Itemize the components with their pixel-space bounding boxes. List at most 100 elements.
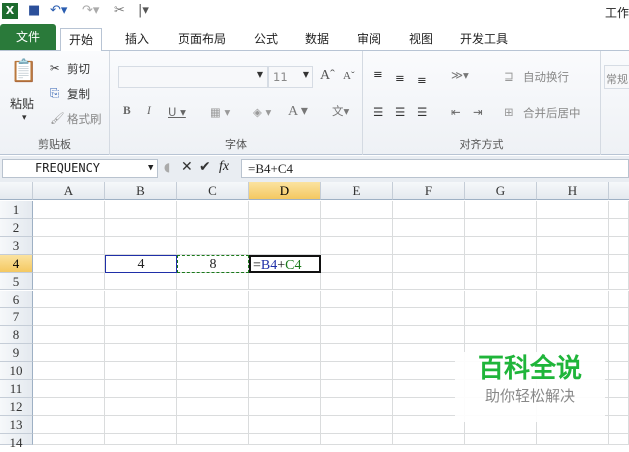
cell[interactable] — [537, 290, 609, 309]
cell[interactable] — [33, 433, 105, 445]
cell[interactable] — [33, 380, 105, 398]
cell[interactable] — [321, 218, 393, 237]
cell[interactable] — [321, 290, 393, 309]
cell[interactable] — [609, 433, 629, 445]
cell[interactable] — [33, 397, 105, 416]
cell[interactable] — [537, 272, 609, 291]
cell[interactable] — [33, 236, 105, 255]
cell[interactable] — [33, 272, 105, 291]
cell[interactable] — [105, 380, 177, 398]
cell[interactable] — [393, 201, 465, 219]
cell[interactable] — [33, 326, 105, 345]
cell[interactable] — [321, 362, 393, 380]
paste-button[interactable]: 粘贴 — [10, 95, 34, 112]
row-header-3[interactable]: 3 — [0, 236, 33, 255]
cell[interactable] — [177, 236, 249, 255]
cell[interactable] — [609, 380, 629, 398]
cell[interactable] — [33, 344, 105, 363]
cell[interactable] — [105, 290, 177, 309]
cell[interactable] — [609, 290, 629, 309]
customize-qat-icon[interactable]: |▾ — [138, 3, 149, 19]
redo-icon[interactable]: ↷▾ — [82, 3, 99, 19]
cell[interactable] — [609, 362, 629, 380]
cell[interactable] — [33, 290, 105, 309]
cell[interactable] — [321, 254, 393, 273]
column-header-g[interactable]: G — [465, 182, 537, 200]
undo-icon[interactable]: ↶▾ — [50, 3, 67, 19]
cell[interactable] — [249, 433, 321, 445]
cell[interactable] — [609, 344, 629, 363]
row-header-12[interactable]: 12 — [0, 397, 33, 416]
cell[interactable] — [105, 344, 177, 363]
cell[interactable] — [537, 326, 609, 345]
cell[interactable] — [105, 236, 177, 255]
shrink-font-icon[interactable]: Aˇ — [343, 70, 355, 82]
cell[interactable] — [33, 254, 105, 273]
format-painter-button[interactable]: 格式刷 — [67, 111, 102, 127]
underline-icon[interactable]: U ▾ — [168, 105, 186, 119]
font-size-select[interactable]: 11 ▼ — [268, 66, 313, 88]
cell[interactable] — [321, 236, 393, 255]
chevron-down-icon[interactable]: ▼ — [148, 160, 153, 177]
cell[interactable] — [465, 254, 537, 273]
font-color-icon[interactable]: A ▾ — [288, 103, 308, 120]
name-box[interactable]: FREQUENCY ▼ — [2, 159, 158, 178]
tab-insert[interactable]: 插入 — [117, 28, 157, 51]
column-header-c[interactable]: C — [177, 182, 249, 200]
cell-d4-editing[interactable]: =B4+C4 — [249, 254, 321, 273]
cell[interactable] — [249, 236, 321, 255]
cell[interactable] — [249, 218, 321, 237]
cell[interactable] — [105, 218, 177, 237]
cell[interactable] — [177, 272, 249, 291]
align-bottom-icon[interactable]: ≡ — [417, 73, 427, 87]
tab-page-layout[interactable]: 页面布局 — [170, 28, 234, 51]
column-header-partial[interactable] — [609, 182, 629, 200]
cell[interactable] — [465, 433, 537, 445]
cell[interactable] — [321, 201, 393, 219]
insert-function-icon[interactable]: fx — [219, 159, 229, 175]
row-header-11[interactable]: 11 — [0, 380, 33, 398]
cell[interactable] — [609, 236, 629, 255]
cell[interactable] — [177, 344, 249, 363]
cell[interactable] — [177, 308, 249, 327]
cell[interactable] — [249, 272, 321, 291]
tab-view[interactable]: 视图 — [401, 28, 441, 51]
tab-data[interactable]: 数据 — [297, 28, 337, 51]
cell[interactable] — [465, 236, 537, 255]
cell[interactable] — [465, 272, 537, 291]
fill-color-icon[interactable]: ◈ ▾ — [253, 105, 271, 119]
cell[interactable] — [177, 290, 249, 309]
align-right-icon[interactable]: ☰ — [417, 105, 427, 119]
cell[interactable] — [249, 326, 321, 345]
cell[interactable] — [249, 415, 321, 434]
cell[interactable] — [609, 272, 629, 291]
cell[interactable] — [537, 236, 609, 255]
row-header-9[interactable]: 9 — [0, 344, 33, 363]
cell[interactable] — [537, 308, 609, 327]
row-header-1[interactable]: 1 — [0, 201, 33, 219]
italic-icon[interactable]: I — [147, 105, 151, 117]
copy-button[interactable]: 复制 — [67, 86, 90, 102]
cell[interactable] — [465, 218, 537, 237]
cell[interactable] — [105, 326, 177, 345]
cell[interactable] — [249, 290, 321, 309]
cell[interactable] — [393, 308, 465, 327]
enter-icon[interactable]: ✔ — [199, 159, 211, 175]
paste-dropdown-icon[interactable]: ▾ — [22, 113, 27, 123]
row-header-4[interactable]: 4 — [0, 254, 33, 273]
save-icon[interactable]: ■ — [28, 3, 40, 19]
tab-review[interactable]: 审阅 — [349, 28, 389, 51]
formula-input[interactable]: =B4+C4 — [241, 159, 629, 178]
align-top-icon[interactable]: ≡ — [373, 67, 383, 81]
column-header-f[interactable]: F — [393, 182, 465, 200]
cell[interactable] — [465, 326, 537, 345]
cell[interactable] — [321, 415, 393, 434]
cell[interactable] — [33, 362, 105, 380]
cell[interactable] — [177, 218, 249, 237]
cell-c4[interactable]: 8 — [177, 254, 249, 273]
border-icon[interactable]: ▦ ▾ — [210, 105, 230, 119]
cell[interactable] — [321, 380, 393, 398]
cell[interactable] — [321, 433, 393, 445]
cut-button[interactable]: 剪切 — [67, 61, 90, 77]
cell[interactable] — [393, 254, 465, 273]
